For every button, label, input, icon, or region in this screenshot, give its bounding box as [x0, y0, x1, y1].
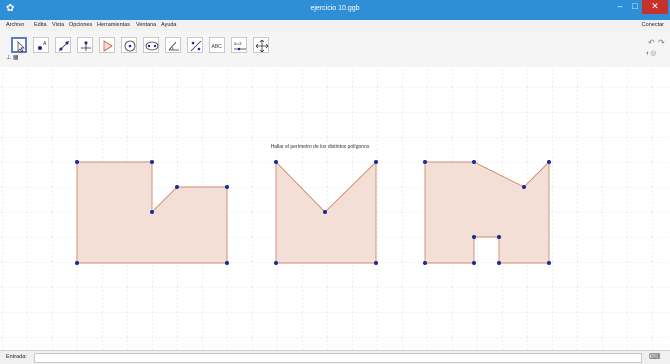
- vertex-point: [472, 160, 476, 164]
- reflect-tool-icon: [190, 40, 202, 52]
- view-style-bar: ⊥ ▦: [6, 54, 19, 61]
- vertex-point: [225, 185, 229, 189]
- connect-link[interactable]: Conectar: [642, 22, 664, 28]
- menu-vista[interactable]: Vista: [52, 22, 64, 28]
- text-tool-icon: ABC: [212, 44, 223, 50]
- help-icons[interactable]: ◐◎: [646, 49, 656, 57]
- vertex-point: [522, 185, 526, 189]
- input-field[interactable]: [34, 353, 642, 363]
- vertex-point: [547, 160, 551, 164]
- reflect-tool-button[interactable]: [187, 37, 203, 53]
- svg-text:ABC: ABC: [212, 44, 223, 50]
- maximize-button[interactable]: □: [628, 0, 642, 14]
- vertex-point: [225, 261, 229, 265]
- move-view-tool-icon: [255, 39, 269, 53]
- vertex-point: [75, 160, 79, 164]
- maximize-icon: □: [632, 1, 638, 11]
- vertex-point: [274, 160, 278, 164]
- menu-ayuda[interactable]: Ayuda: [161, 22, 177, 28]
- toolbar: A ABC a=2 ↶ ↷ ◐◎ ⊥ ▦: [0, 31, 670, 68]
- undo-icon: ↶: [648, 38, 655, 47]
- perpendicular-tool-button[interactable]: [77, 37, 93, 53]
- perpendicular-tool-icon: [81, 41, 91, 51]
- menu-edita[interactable]: Edita: [34, 22, 47, 28]
- redo-button[interactable]: ↷: [658, 38, 665, 47]
- close-icon: ✕: [651, 1, 659, 11]
- menu-opciones[interactable]: Opciones: [69, 22, 92, 28]
- graphics-canvas[interactable]: Hallar el perímetro de los distintos pol…: [0, 67, 670, 350]
- minimize-button[interactable]: –: [612, 0, 628, 14]
- ellipse-tool-icon: [145, 41, 159, 51]
- vertex-point: [374, 261, 378, 265]
- ellipse-tool-button[interactable]: [143, 37, 159, 53]
- line-tool-icon: [58, 40, 70, 52]
- keyboard-icon[interactable]: ⌨: [649, 352, 661, 361]
- vertex-point: [274, 261, 278, 265]
- vertex-point: [150, 160, 154, 164]
- input-bar: Entrada: ⌨: [0, 350, 670, 364]
- polygon-tool-icon: [103, 40, 113, 52]
- slider-tool-icon: a=2: [234, 41, 246, 51]
- menu-bar: Archivo Edita Vista Opciones Herramienta…: [0, 20, 670, 31]
- vertex-point: [175, 185, 179, 189]
- window-title: ejercicio 10.ggb: [310, 5, 360, 12]
- move-tool-button[interactable]: [11, 37, 27, 53]
- vertex-point: [150, 210, 154, 214]
- angle-tool-icon: [168, 41, 179, 51]
- polygon-tool-button[interactable]: [99, 37, 115, 53]
- redo-icon: ↷: [658, 38, 665, 47]
- angle-tool-button[interactable]: [165, 37, 181, 53]
- minimize-icon: –: [617, 1, 623, 11]
- text-tool-button[interactable]: ABC: [209, 37, 225, 53]
- menu-herramientas[interactable]: Herramientas: [97, 22, 130, 28]
- vertex-point: [472, 235, 476, 239]
- menu-ventana[interactable]: Ventana: [136, 22, 156, 28]
- vertex-point: [497, 235, 501, 239]
- graphics-view[interactable]: Hallar el perímetro de los distintos pol…: [0, 67, 670, 350]
- point-tool-icon: A: [38, 41, 47, 50]
- axes-toggle-icon[interactable]: ⊥: [6, 55, 11, 61]
- circle-tool-button[interactable]: [121, 37, 137, 53]
- menu-archivo[interactable]: Archivo: [6, 22, 24, 28]
- undo-button[interactable]: ↶: [648, 38, 655, 47]
- grid-toggle-icon[interactable]: ▦: [13, 55, 19, 61]
- vertex-point: [323, 210, 327, 214]
- vertex-point: [472, 261, 476, 265]
- title-bar: ✿ ejercicio 10.ggb – □ ✕: [0, 0, 670, 20]
- svg-text:a=2: a=2: [234, 41, 242, 46]
- point-tool-button[interactable]: A: [33, 37, 49, 53]
- input-label: Entrada:: [6, 354, 27, 360]
- line-tool-button[interactable]: [55, 37, 71, 53]
- instruction-text: Hallar el perímetro de los distintos pol…: [271, 144, 370, 150]
- vertex-point: [423, 261, 427, 265]
- vertex-point: [547, 261, 551, 265]
- move-tool-icon: [17, 41, 25, 53]
- vertex-point: [497, 261, 501, 265]
- move-view-tool-button[interactable]: [253, 37, 269, 53]
- svg-text:A: A: [43, 41, 47, 47]
- vertex-point: [374, 160, 378, 164]
- close-button[interactable]: ✕: [642, 0, 668, 14]
- vertex-point: [423, 160, 427, 164]
- slider-tool-button[interactable]: a=2: [231, 37, 247, 53]
- circle-tool-icon: [124, 40, 136, 52]
- vertex-point: [75, 261, 79, 265]
